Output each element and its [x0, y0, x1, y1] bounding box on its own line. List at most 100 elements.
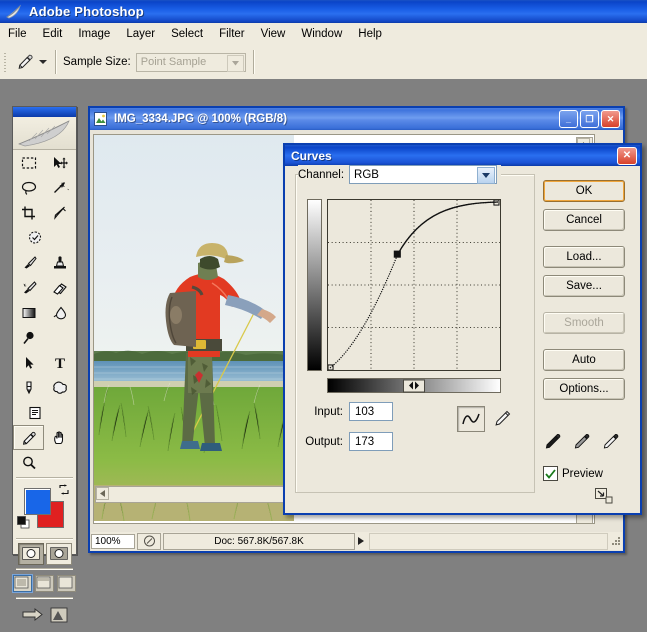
curve-path-dotted: [329, 201, 498, 369]
auto-button[interactable]: Auto: [543, 349, 625, 371]
menu-select[interactable]: Select: [163, 25, 211, 43]
magic-wand-icon[interactable]: [44, 175, 75, 200]
input-field[interactable]: 103: [349, 402, 393, 421]
preview-checkbox[interactable]: [543, 466, 558, 481]
swap-colors-icon[interactable]: [58, 484, 70, 496]
close-icon[interactable]: ✕: [601, 110, 620, 128]
healing-brush-icon[interactable]: [19, 225, 50, 250]
set-gray-point-icon[interactable]: [572, 432, 592, 455]
channel-value: RGB: [354, 168, 379, 181]
toolbox-separator-7: [16, 597, 73, 598]
chevron-down-icon[interactable]: [226, 54, 244, 72]
document-size-status[interactable]: Doc: 567.8K/567.8K: [163, 532, 355, 550]
marquee-rectangular-icon[interactable]: [13, 150, 44, 175]
maximize-icon[interactable]: ❐: [580, 110, 599, 128]
document-preview-icon[interactable]: [137, 532, 161, 550]
default-colors-icon[interactable]: [17, 516, 30, 529]
standard-mode-icon[interactable]: [17, 542, 44, 565]
jump-to-imageready-icon[interactable]: [21, 605, 45, 628]
menu-filter[interactable]: Filter: [211, 25, 253, 43]
type-icon[interactable]: T: [44, 350, 75, 375]
crop-icon[interactable]: [13, 200, 44, 225]
zoom-level-field[interactable]: 100%: [91, 533, 135, 549]
tool-preset-chevron-down-icon[interactable]: [38, 52, 48, 72]
sample-size-select[interactable]: Point Sample: [135, 52, 246, 72]
lasso-icon[interactable]: [13, 175, 44, 200]
document-title: IMG_3334.JPG @ 100% (RGB/8): [114, 113, 287, 125]
input-gradient-bar[interactable]: [327, 378, 501, 393]
curve-tool-icon[interactable]: [457, 406, 485, 432]
standard-screen-icon[interactable]: [13, 574, 32, 592]
curve-control-point-selected: [393, 250, 401, 258]
channel-select[interactable]: RGB: [349, 165, 498, 184]
save-button[interactable]: Save...: [543, 275, 625, 297]
triangle-right-icon[interactable]: [355, 534, 367, 549]
preview-row[interactable]: Preview: [543, 466, 603, 481]
gradient-icon[interactable]: [13, 300, 44, 325]
brush-icon[interactable]: [13, 250, 44, 275]
curves-button-column: OK Cancel Load... Save... Smooth Auto Op…: [543, 180, 625, 407]
preview-label: Preview: [562, 467, 603, 480]
menu-window[interactable]: Window: [293, 25, 350, 43]
quickmask-modes: [13, 541, 76, 566]
history-brush-icon[interactable]: [13, 275, 44, 300]
cancel-button[interactable]: Cancel: [543, 209, 625, 231]
curves-graph[interactable]: [327, 199, 501, 371]
resize-grip-icon[interactable]: [610, 535, 622, 547]
ok-button[interactable]: OK: [543, 180, 625, 202]
load-button[interactable]: Load...: [543, 246, 625, 268]
options-bar-grip[interactable]: [3, 51, 8, 73]
options-separator: [55, 50, 56, 74]
custom-shape-icon[interactable]: [44, 375, 75, 400]
hand-icon[interactable]: [44, 425, 75, 450]
curves-titlebar[interactable]: Curves ✕: [285, 145, 640, 166]
zoom-icon[interactable]: [13, 450, 44, 475]
set-black-point-icon[interactable]: [543, 432, 563, 455]
curves-plot: [327, 199, 500, 371]
close-icon[interactable]: ✕: [617, 146, 637, 165]
resize-grip-icon[interactable]: [595, 488, 613, 504]
path-selection-icon[interactable]: [13, 350, 44, 375]
channel-label: Channel:: [298, 168, 345, 181]
output-gradient-bar: [307, 199, 322, 371]
document-titlebar[interactable]: IMG_3334.JPG @ 100% (RGB/8) _ ❐ ✕: [90, 108, 623, 130]
options-button[interactable]: Options...: [543, 378, 625, 400]
notes-icon[interactable]: [19, 400, 50, 425]
full-screen-menubar-icon[interactable]: [35, 574, 54, 592]
toolbox-separator-6: [16, 568, 73, 569]
scroll-left-arrow-icon[interactable]: [96, 487, 109, 500]
feather-logo-icon: [13, 117, 76, 150]
pen-icon[interactable]: [13, 375, 44, 400]
button-gap-1: [543, 238, 625, 246]
slice-icon[interactable]: [44, 200, 75, 225]
menu-image[interactable]: Image: [70, 25, 118, 43]
eyedropper-icon[interactable]: [13, 425, 44, 450]
move-icon[interactable]: [44, 150, 75, 175]
output-field[interactable]: 173: [349, 432, 393, 451]
dodge-burn-icon[interactable]: [13, 325, 44, 350]
blur-smudge-icon[interactable]: [44, 300, 75, 325]
toolbox-titlebar[interactable]: [13, 107, 76, 117]
tool-grid: T: [13, 150, 76, 475]
quickmask-mode-icon[interactable]: [45, 542, 72, 565]
input-row: Input: 103: [295, 402, 393, 421]
chevron-down-icon[interactable]: [477, 167, 496, 184]
image-document-icon: [93, 111, 109, 127]
imageready-icon[interactable]: [49, 605, 69, 628]
minimize-icon[interactable]: _: [559, 110, 578, 128]
eyedropper-icon[interactable]: [12, 50, 38, 74]
pencil-tool-icon[interactable]: [490, 407, 514, 431]
full-screen-icon[interactable]: [57, 574, 76, 592]
checkmark-icon: [545, 468, 556, 479]
svg-text:T: T: [54, 356, 64, 371]
clone-stamp-icon[interactable]: [44, 250, 75, 275]
menu-layer[interactable]: Layer: [118, 25, 163, 43]
menu-view[interactable]: View: [253, 25, 294, 43]
left-right-arrows-icon[interactable]: [403, 379, 425, 392]
menu-help[interactable]: Help: [350, 25, 390, 43]
eraser-icon[interactable]: [44, 275, 75, 300]
menu-edit[interactable]: Edit: [35, 25, 71, 43]
set-white-point-icon[interactable]: [601, 432, 621, 455]
menu-file[interactable]: File: [0, 25, 35, 43]
foreground-color-swatch[interactable]: [24, 488, 51, 515]
